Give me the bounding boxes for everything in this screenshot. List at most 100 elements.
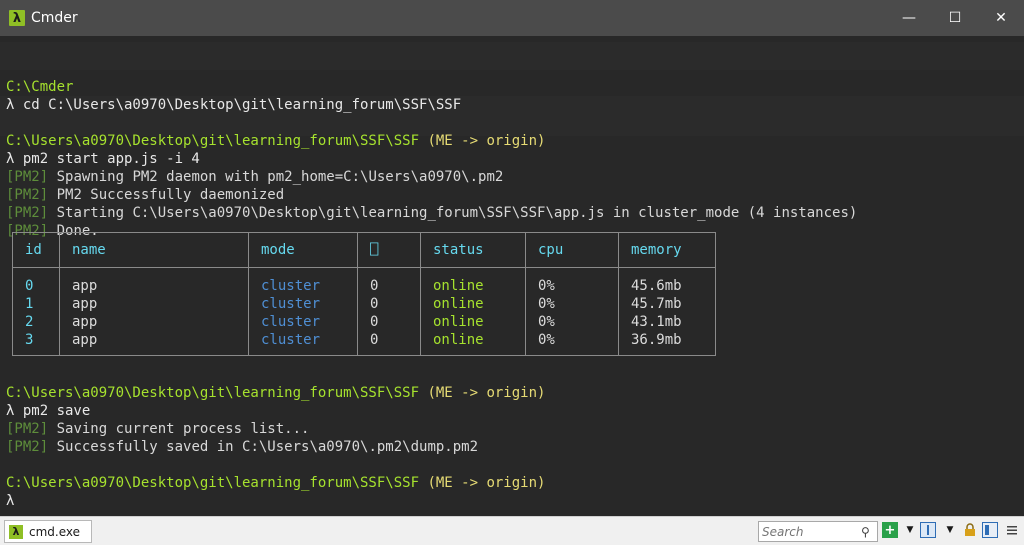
dropdown-icon[interactable]: ▼ bbox=[942, 522, 958, 538]
table-cell: cluster bbox=[248, 331, 358, 356]
table-cell: 0% bbox=[525, 295, 619, 313]
table-cell: 0 bbox=[357, 295, 421, 313]
title-bar: λ Cmder — ☐ ✕ bbox=[0, 0, 1024, 36]
close-button[interactable]: ✕ bbox=[978, 0, 1024, 36]
prompt-path: C:\Users\a0970\Desktop\git\learning_foru… bbox=[6, 133, 420, 149]
table-cell: 0 bbox=[12, 267, 60, 295]
pm2-tag: [PM2] bbox=[6, 205, 49, 221]
terminal-line: λ bbox=[6, 492, 545, 510]
terminal-line: [PM2] Spawning PM2 daemon with pm2_home=… bbox=[6, 168, 1018, 186]
table-cell: online bbox=[420, 313, 526, 331]
command-line: λ pm2 start app.js -i 4 bbox=[6, 151, 200, 167]
console-tab[interactable]: λ cmd.exe bbox=[4, 520, 92, 543]
prompt-path: C:\Users\a0970\Desktop\git\learning_foru… bbox=[6, 385, 420, 401]
menu-icon[interactable] bbox=[1004, 522, 1020, 538]
search-icon[interactable]: ⚲ bbox=[861, 525, 870, 539]
command-line: λ cd C:\Users\a0970\Desktop\git\learning… bbox=[6, 97, 462, 113]
table-cell: online bbox=[420, 267, 526, 295]
table-cell: 43.1mb bbox=[618, 313, 716, 331]
pm2-message: Saving current process list... bbox=[48, 421, 310, 437]
dropdown-icon[interactable]: ▼ bbox=[902, 522, 918, 538]
pm2-message: PM2 Successfully daemonized bbox=[48, 187, 285, 203]
git-branch: (ME -> origin) bbox=[419, 475, 546, 491]
column-header: ⎕ bbox=[357, 232, 421, 268]
console-tab-label: cmd.exe bbox=[29, 524, 81, 539]
pm2-process-table: id name mode ⎕ status cpu memory 0 app cluster 0 o… bbox=[12, 232, 716, 356]
lambda-icon[interactable]: λ bbox=[9, 10, 25, 26]
pm2-tag: [PM2] bbox=[6, 187, 49, 203]
table-cell: 45.6mb bbox=[618, 267, 716, 295]
terminal-output-after: C:\Users\a0970\Desktop\git\learning_foru… bbox=[6, 384, 545, 510]
table-cell: 0 bbox=[357, 331, 421, 356]
terminal-output: C:\Cmder λ cd C:\Users\a0970\Desktop\git\… bbox=[6, 60, 1018, 240]
prompt-path: C:\Cmder bbox=[6, 79, 74, 95]
column-header: id bbox=[12, 232, 60, 268]
table-cell: 0 bbox=[357, 313, 421, 331]
table-cell: online bbox=[420, 295, 526, 313]
table-cell: 1 bbox=[12, 295, 60, 313]
status-bar: λ cmd.exe ⚲ + ▼ ▼ bbox=[0, 516, 1024, 545]
terminal-line: [PM2] PM2 Successfully daemonized bbox=[6, 186, 1018, 204]
pm2-message: Starting C:\Users\a0970\Desktop\git\lear… bbox=[48, 205, 858, 221]
panel-icon[interactable] bbox=[982, 522, 998, 538]
table-cell: cluster bbox=[248, 313, 358, 331]
column-header: mode bbox=[248, 232, 358, 268]
table-cell: 45.7mb bbox=[618, 295, 716, 313]
table-cell: online bbox=[420, 331, 526, 356]
table-row: 0 app cluster 0 online 0% 45.6mb bbox=[12, 267, 716, 295]
command-line: λ bbox=[6, 493, 15, 509]
minimize-button[interactable]: — bbox=[886, 0, 932, 36]
lambda-icon: λ bbox=[9, 524, 23, 539]
table-cell: cluster bbox=[248, 295, 358, 313]
table-cell: cluster bbox=[248, 267, 358, 295]
git-branch: (ME -> origin) bbox=[419, 385, 546, 401]
terminal-line: C:\Users\a0970\Desktop\git\learning_foru… bbox=[6, 474, 545, 492]
maximize-button[interactable]: ☐ bbox=[932, 0, 978, 36]
command-line: λ pm2 save bbox=[6, 403, 91, 419]
pm2-tag: [PM2] bbox=[6, 439, 49, 455]
window-title: Cmder bbox=[31, 10, 78, 26]
table-cell: 3 bbox=[12, 331, 60, 356]
table-row: 3 app cluster 0 online 0% 36.9mb bbox=[12, 331, 716, 356]
terminal-line: λ cd C:\Users\a0970\Desktop\git\learning… bbox=[6, 96, 1018, 114]
table-cell: 36.9mb bbox=[618, 331, 716, 356]
column-header: name bbox=[59, 232, 249, 268]
table-cell: app bbox=[59, 267, 249, 295]
column-header: status bbox=[420, 232, 526, 268]
terminal-line: C:\Users\a0970\Desktop\git\learning_foru… bbox=[6, 132, 1018, 150]
new-console-icon[interactable]: + bbox=[882, 522, 898, 538]
lock-icon[interactable] bbox=[962, 522, 978, 538]
table-cell: app bbox=[59, 313, 249, 331]
terminal-line: λ pm2 start app.js -i 4 bbox=[6, 150, 1018, 168]
prompt-path: C:\Users\a0970\Desktop\git\learning_foru… bbox=[6, 475, 420, 491]
terminal-line: [PM2] Successfully saved in C:\Users\a09… bbox=[6, 438, 545, 456]
column-header: memory bbox=[618, 232, 716, 268]
terminal-line: [PM2] Saving current process list... bbox=[6, 420, 545, 438]
table-cell: 0% bbox=[525, 331, 619, 356]
split-icon[interactable] bbox=[920, 522, 936, 538]
table-cell: 2 bbox=[12, 313, 60, 331]
terminal-line: C:\Cmder bbox=[6, 78, 1018, 96]
table-header-row: id name mode ⎕ status cpu memory bbox=[12, 232, 716, 268]
terminal-line: [PM2] Starting C:\Users\a0970\Desktop\gi… bbox=[6, 204, 1018, 222]
pm2-message: Successfully saved in C:\Users\a0970\.pm… bbox=[48, 439, 479, 455]
search-input[interactable] bbox=[759, 524, 861, 539]
table-row: 1 app cluster 0 online 0% 45.7mb bbox=[12, 295, 716, 313]
terminal-line: C:\Users\a0970\Desktop\git\learning_foru… bbox=[6, 384, 545, 402]
pm2-tag: [PM2] bbox=[6, 421, 49, 437]
table-cell: app bbox=[59, 295, 249, 313]
pm2-message: Spawning PM2 daemon with pm2_home=C:\Use… bbox=[48, 169, 504, 185]
terminal-console[interactable]: C:\Cmder λ cd C:\Users\a0970\Desktop\git\… bbox=[0, 36, 1024, 516]
column-header: cpu bbox=[525, 232, 619, 268]
table-cell: 0% bbox=[525, 267, 619, 295]
search-box[interactable]: ⚲ bbox=[758, 521, 878, 542]
pm2-tag: [PM2] bbox=[6, 169, 49, 185]
table-cell: 0 bbox=[357, 267, 421, 295]
git-branch: (ME -> origin) bbox=[419, 133, 546, 149]
table-row: 2 app cluster 0 online 0% 43.1mb bbox=[12, 313, 716, 331]
table-cell: app bbox=[59, 331, 249, 356]
table-cell: 0% bbox=[525, 313, 619, 331]
terminal-line: λ pm2 save bbox=[6, 402, 545, 420]
